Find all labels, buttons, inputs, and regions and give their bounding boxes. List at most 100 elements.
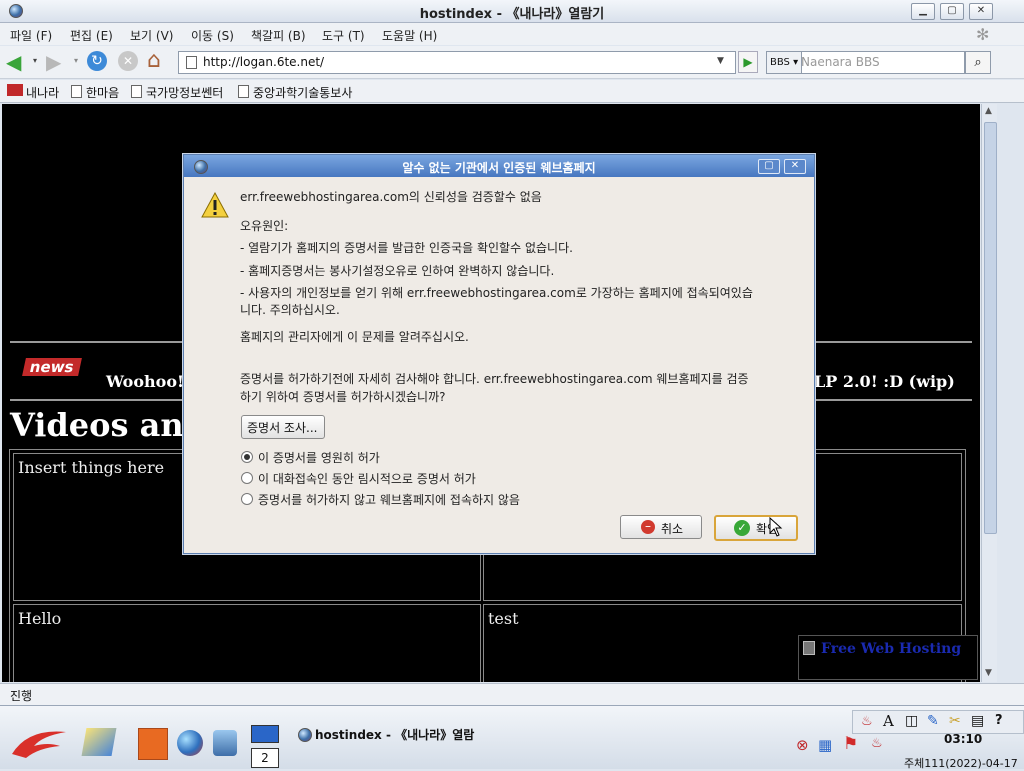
tray-fire-icon[interactable]: ♨	[871, 736, 883, 751]
inspect-certificate-button[interactable]: 증명서 조사...	[241, 415, 325, 439]
page-icon	[186, 56, 197, 69]
radio-permanent[interactable]	[241, 451, 253, 463]
taskbar: 2 hostindex - 《내나라》열람 ♨ A ◫ ✎ ✂ ▤ ? ⊗ ▦ …	[0, 705, 1024, 770]
scroll-thumb[interactable]	[984, 122, 997, 534]
bookmark-page-icon	[131, 85, 142, 98]
reason-item: - 열람기가 홈페지의 증명서를 발급한 인증국을 확인할수 없습니다.	[240, 241, 573, 255]
stop-icon[interactable]: ✕	[118, 51, 138, 71]
check-certificate-text-continued: 하기 위하여 증명서를 허가하시겠습니까?	[240, 390, 446, 404]
radio-reject[interactable]	[241, 493, 253, 505]
tray-clipboard-icon[interactable]: ▤	[971, 713, 984, 729]
network-icon[interactable]: ▦	[818, 736, 832, 754]
network-disconnected-icon[interactable]: ⊗	[796, 736, 809, 754]
news-badge: news	[22, 358, 82, 376]
tray-help-icon[interactable]: ?	[995, 713, 1003, 728]
menu-help[interactable]: 도움말 (H)	[382, 27, 437, 44]
back-dropdown-icon[interactable]: ▾	[33, 56, 37, 65]
navigation-toolbar: ◀ ▾ ▶ ▾ ↻ ✕ ⌂ http://logan.6te.net/ ▼ ▶ …	[0, 46, 1024, 79]
url-dropdown-icon[interactable]: ▼	[717, 56, 724, 66]
tray-font-icon[interactable]: A	[883, 712, 894, 730]
ok-button[interactable]: ✓ 확인	[714, 515, 798, 541]
ok-check-icon: ✓	[734, 520, 750, 536]
cell-text: Hello	[18, 609, 62, 628]
dialog-titlebar[interactable]: 알수 없는 기관에서 인증된 웨브홈페지 ▢ ✕	[184, 155, 814, 177]
throbber-icon: ✻	[976, 25, 990, 44]
flag-icon[interactable]: ⚑	[843, 734, 858, 754]
maximize-button[interactable]: ▢	[940, 3, 964, 20]
scroll-up-icon[interactable]: ▲	[985, 106, 992, 116]
window-titlebar[interactable]: hostindex - 《내나라》열람기 ▁ ▢ ✕	[0, 0, 1024, 23]
bookmarks-toolbar: 내나라 한마음 국가망정보쎈터 중앙과학기술통보사	[0, 80, 1024, 103]
back-icon[interactable]: ◀	[6, 50, 21, 74]
news-ticker-left: Woohoo!	[106, 372, 185, 391]
cancel-label: 취소	[661, 522, 684, 536]
naenara-logo-icon	[7, 84, 23, 96]
broken-image-icon	[803, 641, 815, 655]
certificate-dialog: 알수 없는 기관에서 인증된 웨브홈페지 ▢ ✕ err.freewebhost…	[183, 154, 815, 554]
home-icon[interactable]: ⌂	[147, 48, 161, 73]
media-player-icon[interactable]	[213, 730, 237, 756]
menu-view[interactable]: 보기 (V)	[130, 27, 173, 44]
reload-icon[interactable]: ↻	[87, 51, 107, 71]
option-reject-label[interactable]: 증명서를 허가하지 않고 웨브홈페지에 접속하지 않음	[258, 491, 520, 508]
url-field[interactable]: http://logan.6te.net/ ▼	[178, 51, 736, 74]
ad-link[interactable]: Free Web Hosting	[821, 641, 961, 657]
dialog-close-button[interactable]: ✕	[784, 159, 806, 174]
system-tray: ♨ A ◫ ✎ ✂ ▤ ?	[852, 710, 1024, 734]
bookmark-hanmaeum[interactable]: 한마음	[86, 84, 119, 101]
status-text: 진행	[10, 689, 33, 703]
option-session-label[interactable]: 이 대화접속인 동안 림시적으로 증명서 허가	[258, 470, 476, 487]
radio-session[interactable]	[241, 472, 253, 484]
workspace-2[interactable]: 2	[251, 748, 279, 768]
dialog-main-message: err.freewebhostingarea.com의 신뢰성을 검증할수 없음	[240, 190, 542, 204]
go-icon[interactable]: ▶	[738, 51, 758, 73]
search-icon[interactable]: ⌕	[965, 51, 991, 74]
ad-banner[interactable]: Free Web Hosting	[798, 635, 978, 680]
bookmark-national-info-center[interactable]: 국가망정보쎈터	[146, 84, 223, 101]
bookmark-page-icon	[238, 85, 249, 98]
search-input[interactable]: Naenara BBS	[797, 51, 965, 74]
tray-tools-icon[interactable]: ✂	[949, 713, 961, 729]
menu-bookmarks[interactable]: 책갈피 (B)	[251, 27, 306, 44]
search-placeholder: Naenara BBS	[801, 55, 880, 69]
reason-item-continued: 니다. 주의하십시오.	[240, 303, 340, 317]
menu-edit[interactable]: 편집 (E)	[70, 27, 113, 44]
tray-flame-icon[interactable]: ♨	[861, 714, 873, 729]
forward-dropdown-icon[interactable]: ▾	[74, 56, 78, 65]
reason-header: 오유원인:	[240, 219, 289, 233]
check-certificate-text: 증명서를 허가하기전에 자세히 검사해야 합니다. err.freewebhos…	[240, 372, 749, 386]
close-button[interactable]: ✕	[969, 3, 993, 20]
start-menu-icon[interactable]	[8, 724, 70, 760]
cancel-icon: –	[641, 520, 655, 534]
tray-edit-icon[interactable]: ✎	[927, 713, 939, 729]
browser-launcher-icon[interactable]	[177, 730, 203, 756]
task-browser-window[interactable]: hostindex - 《내나라》열람	[315, 726, 474, 743]
bookmark-science-news[interactable]: 중앙과학기술통보사	[253, 84, 352, 101]
option-permanent-label[interactable]: 이 증명서를 영원히 허가	[258, 449, 380, 466]
menu-go[interactable]: 이동 (S)	[191, 27, 234, 44]
vertical-scrollbar[interactable]: ▲ ▼	[981, 104, 997, 682]
cancel-button[interactable]: – 취소	[620, 515, 702, 539]
workspace-1[interactable]	[251, 725, 279, 743]
bookmark-naenara[interactable]: 내나라	[26, 84, 59, 101]
forward-icon[interactable]: ▶	[46, 50, 61, 74]
cell-text: test	[488, 609, 519, 628]
scroll-down-icon[interactable]: ▼	[985, 668, 992, 678]
inspect-certificate-label: 증명서 조사...	[247, 421, 318, 435]
text-editor-icon[interactable]	[81, 728, 117, 756]
reason-item: - 사용자의 개인정보를 얻기 위해 err.freewebhostingare…	[240, 286, 753, 300]
tray-window-icon[interactable]: ◫	[905, 713, 918, 729]
reason-item: - 홈페지증명서는 봉사기설정오유로 인하여 완벽하지 않습니다.	[240, 264, 555, 278]
url-text: http://logan.6te.net/	[203, 55, 325, 69]
notify-admin-text: 홈페지의 관리자에게 이 문제를 알려주십시오.	[240, 330, 469, 344]
menu-bar: 파일 (F) 편집 (E) 보기 (V) 이동 (S) 책갈피 (B) 도구 (…	[0, 23, 1024, 45]
dialog-maximize-button[interactable]: ▢	[758, 159, 780, 174]
minimize-button[interactable]: ▁	[911, 3, 935, 20]
office-suite-icon[interactable]	[138, 728, 168, 760]
mouse-cursor-icon	[769, 517, 783, 537]
menu-tools[interactable]: 도구 (T)	[322, 27, 365, 44]
search-engine-selector[interactable]: BBS ▾	[766, 51, 803, 74]
menu-file[interactable]: 파일 (F)	[10, 27, 52, 44]
task-browser-icon	[298, 728, 312, 742]
bookmark-page-icon	[71, 85, 82, 98]
